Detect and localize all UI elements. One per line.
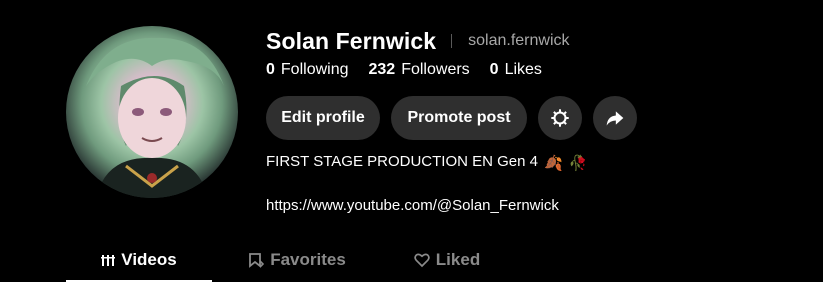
share-arrow-icon	[606, 111, 624, 126]
tab-videos[interactable]: Videos	[66, 244, 212, 282]
followers-stat[interactable]: 232 Followers	[369, 61, 470, 79]
rose-emoji: 🥀	[568, 155, 588, 172]
leaf-emoji: 🍂	[544, 155, 563, 172]
promote-post-button[interactable]: Promote post	[391, 96, 527, 140]
tab-liked-label: Liked	[435, 250, 481, 269]
stats-row: 0 Following 232 Followers 0 Likes	[266, 61, 562, 79]
divider	[451, 34, 453, 48]
likes-label: Likes	[504, 61, 542, 78]
profile-header: Solan Fernwick solan.fernwick	[266, 26, 570, 56]
profile-link[interactable]: https://www.youtube.com/@Solan_Fernwick	[266, 197, 559, 214]
display-name: Solan Fernwick	[266, 27, 437, 54]
tab-favorites-label: Favorites	[270, 250, 346, 269]
bio-text: FIRST STAGE PRODUCTION EN Gen 4	[266, 153, 538, 170]
following-count: 0	[266, 61, 275, 78]
bookmark-icon	[248, 250, 265, 270]
edit-profile-button[interactable]: Edit profile	[266, 96, 380, 140]
bio: FIRST STAGE PRODUCTION EN Gen 4 🍂 🥀	[266, 153, 587, 172]
share-button[interactable]	[593, 96, 637, 140]
tab-favorites[interactable]: Favorites	[212, 244, 382, 282]
avatar-image	[86, 37, 224, 198]
settings-button[interactable]	[538, 96, 582, 140]
likes-count: 0	[489, 61, 499, 78]
username-handle: solan.fernwick	[468, 32, 570, 49]
profile-actions: Edit profile Promote post	[266, 96, 648, 140]
avatar[interactable]	[66, 26, 238, 198]
following-stat[interactable]: 0 Following	[266, 61, 349, 79]
gear-icon	[551, 109, 569, 127]
likes-stat: 0 Likes	[490, 61, 542, 79]
tab-videos-label: Videos	[121, 250, 177, 269]
tab-liked[interactable]: Liked	[382, 244, 512, 282]
profile-tabs: Videos Favorites Liked	[66, 244, 512, 282]
followers-count: 232	[368, 61, 396, 78]
followers-label: Followers	[401, 61, 470, 78]
bars-icon	[101, 250, 116, 270]
heart-icon	[414, 250, 430, 270]
following-label: Following	[280, 61, 349, 78]
